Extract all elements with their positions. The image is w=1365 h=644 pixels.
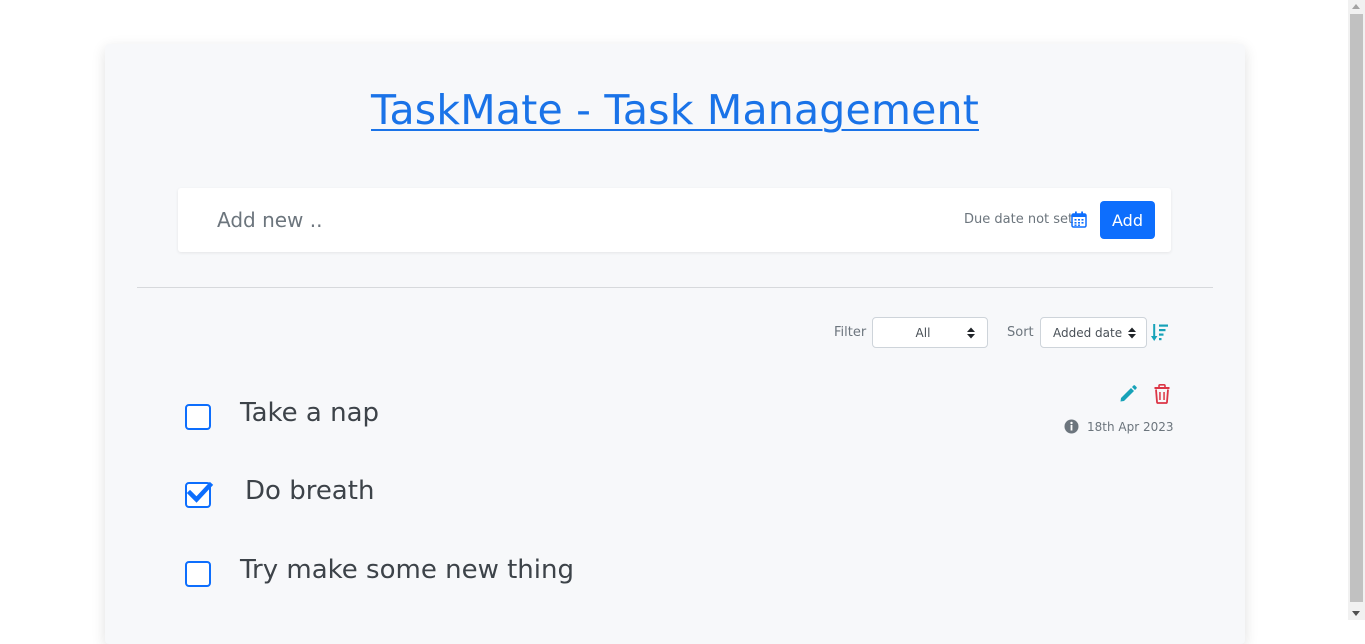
add-task-input[interactable] <box>200 204 800 236</box>
sort-select[interactable]: Added date <box>1040 317 1147 348</box>
task-text: Try make some new thing <box>240 555 574 585</box>
task-checkbox[interactable] <box>185 561 211 587</box>
sort-label: Sort <box>1007 325 1034 340</box>
task-text: Take a nap <box>240 398 380 428</box>
add-task-bar: Due date not set Add <box>178 188 1171 252</box>
calendar-icon[interactable] <box>1071 211 1087 228</box>
task-checkbox[interactable] <box>185 404 211 430</box>
due-date-label[interactable]: Due date not set <box>964 212 1073 227</box>
sort-descending-icon[interactable] <box>1151 323 1169 343</box>
filter-select[interactable]: All <box>872 317 988 348</box>
info-icon <box>1064 419 1079 434</box>
trash-icon[interactable] <box>1154 384 1170 404</box>
check-icon <box>186 481 214 503</box>
scroll-down-icon[interactable] <box>1352 611 1360 616</box>
scroll-up-icon[interactable] <box>1352 4 1360 9</box>
scrollbar[interactable] <box>1348 0 1365 620</box>
pencil-icon[interactable] <box>1118 384 1138 404</box>
sort-value: Added date <box>1053 326 1123 340</box>
add-button[interactable]: Add <box>1100 201 1155 239</box>
filter-value: All <box>915 326 931 340</box>
divider <box>137 287 1213 288</box>
updown-icon <box>967 326 975 340</box>
updown-icon <box>1128 326 1136 340</box>
page-title: TaskMate - Task Management <box>105 86 1245 134</box>
task-checkbox-checked[interactable] <box>185 481 214 508</box>
scrollbar-thumb[interactable] <box>1350 14 1363 602</box>
task-text: Do breath <box>245 476 375 506</box>
title-link[interactable]: TaskMate - Task Management <box>371 86 979 134</box>
task-date: 18th Apr 2023 <box>1087 420 1174 434</box>
todo-card: TaskMate - Task Management Due date not … <box>105 44 1245 644</box>
filter-label: Filter <box>834 325 867 340</box>
